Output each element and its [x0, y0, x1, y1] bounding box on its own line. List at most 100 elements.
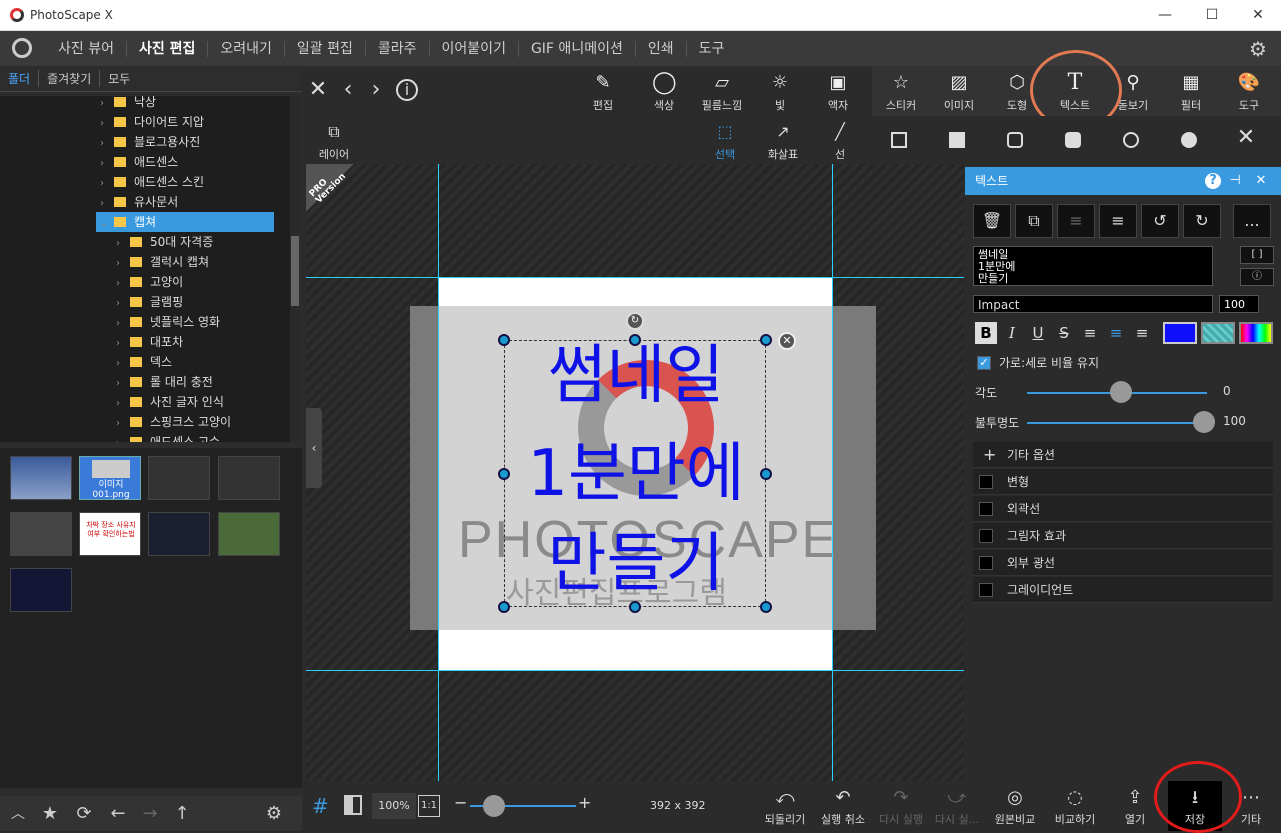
- option-outer-glow[interactable]: 외부 광선: [973, 550, 1273, 576]
- resize-handle[interactable]: [629, 601, 641, 613]
- strikethrough-icon[interactable]: S: [1053, 322, 1075, 344]
- forward-arrow-icon[interactable]: →: [138, 803, 162, 825]
- text-color-swatch[interactable]: [1163, 322, 1197, 344]
- tab-folders[interactable]: 폴더: [0, 70, 40, 87]
- tool-edit[interactable]: ✎ 편집: [574, 66, 632, 116]
- resize-handle[interactable]: [498, 468, 510, 480]
- gradient-swatch[interactable]: [1239, 322, 1273, 344]
- chevron-right-icon[interactable]: ›: [100, 194, 114, 214]
- panel-settings-gear-icon[interactable]: ⚙: [262, 803, 286, 825]
- tree-item[interactable]: › 유사문서: [0, 192, 290, 212]
- tool-filter[interactable]: ▦ 필터: [1162, 66, 1220, 116]
- bold-icon[interactable]: B: [975, 322, 997, 344]
- background-swatch[interactable]: [1201, 322, 1235, 344]
- resize-handle[interactable]: [760, 334, 772, 346]
- chevron-right-icon[interactable]: ›: [100, 114, 114, 134]
- menu-collage[interactable]: 콜라주: [366, 40, 430, 57]
- resize-handle[interactable]: [760, 468, 772, 480]
- chevron-right-icon[interactable]: ›: [116, 414, 130, 434]
- close-window-button[interactable]: ✕: [1243, 4, 1273, 26]
- menu-print[interactable]: 인쇄: [636, 40, 687, 57]
- menu-photo-edit[interactable]: 사진 편집: [127, 40, 209, 57]
- thumbnail[interactable]: [218, 456, 280, 500]
- tree-item[interactable]: › 고양이: [0, 272, 290, 292]
- keep-ratio-checkbox[interactable]: ✓: [977, 356, 991, 370]
- resize-handle[interactable]: [498, 601, 510, 613]
- checkbox[interactable]: [979, 502, 993, 516]
- bracket-button[interactable]: [ ]: [1240, 246, 1274, 264]
- menu-batch-edit[interactable]: 일괄 편집: [285, 40, 366, 57]
- checkbox[interactable]: [979, 475, 993, 489]
- chevron-right-icon[interactable]: ›: [116, 334, 130, 354]
- canvas-text-line-3[interactable]: 만들기: [510, 524, 762, 604]
- chevron-right-icon[interactable]: ›: [116, 354, 130, 374]
- rounded-rect-filled-icon[interactable]: [1065, 132, 1081, 148]
- angle-value[interactable]: 0: [1223, 384, 1231, 398]
- help-icon[interactable]: ?: [1205, 173, 1221, 189]
- thumbnail[interactable]: [10, 568, 72, 612]
- line-button[interactable]: ╱ 선: [814, 116, 866, 164]
- tool-color[interactable]: ◯ 색상: [635, 66, 693, 116]
- resize-handle[interactable]: [629, 334, 641, 346]
- bring-forward-button[interactable]: ≡: [1057, 204, 1095, 238]
- zoom-level[interactable]: 100%: [372, 793, 416, 819]
- editor-canvas[interactable]: PRO Version PHOTOSCAPE 사진편집프로그램 썸네일 1분만에…: [306, 164, 964, 781]
- revert-button[interactable]: ⤺ 되돌리기: [758, 781, 812, 831]
- star-icon[interactable]: ★: [38, 803, 62, 825]
- chevron-down-icon[interactable]: ⌄: [100, 214, 114, 234]
- split-view-icon[interactable]: [344, 795, 362, 815]
- font-size-input[interactable]: 100: [1219, 295, 1259, 313]
- tool-tools[interactable]: 🎨 도구: [1220, 66, 1278, 116]
- tree-item[interactable]: › 50대 자격증: [0, 232, 290, 252]
- thumbnail[interactable]: 차박 장소 사유지 여부 확인하는법: [79, 512, 141, 556]
- open-button[interactable]: ⇪ 열기: [1108, 781, 1162, 831]
- tool-film[interactable]: ▱ 필름느낌: [693, 66, 751, 116]
- close-icon[interactable]: ✕: [306, 78, 330, 102]
- menu-gif-animation[interactable]: GIF 애니메이션: [519, 40, 636, 57]
- maximize-button[interactable]: ☐: [1197, 4, 1227, 26]
- tree-item[interactable]: › 넷플릭스 영화: [0, 312, 290, 332]
- opacity-value[interactable]: 100: [1223, 414, 1246, 428]
- tree-item[interactable]: › 사진 글자 인식: [0, 392, 290, 412]
- more-options-row[interactable]: + 기타 옵션: [973, 442, 1273, 468]
- thumbnail[interactable]: [148, 512, 210, 556]
- chevron-right-icon[interactable]: ›: [116, 274, 130, 294]
- chevron-right-icon[interactable]: ›: [116, 254, 130, 274]
- search-icon[interactable]: [12, 38, 32, 58]
- menu-tools[interactable]: 도구: [687, 41, 737, 57]
- more-options-button[interactable]: ...: [1233, 204, 1271, 238]
- close-subbar-icon[interactable]: ✕: [1234, 126, 1258, 150]
- align-right-icon[interactable]: ≡: [1131, 322, 1153, 344]
- tree-item[interactable]: › 애드센스 고수: [0, 432, 290, 442]
- checkbox[interactable]: [979, 583, 993, 597]
- tree-item[interactable]: › 다이어트 지압: [0, 112, 290, 132]
- layer-button[interactable]: ⧉ 레이어: [308, 116, 360, 164]
- undo-button[interactable]: ↶ 실행 취소: [816, 781, 870, 831]
- collapse-left-panel-icon[interactable]: ‹: [306, 408, 322, 488]
- send-backward-button[interactable]: ≡: [1099, 204, 1137, 238]
- italic-icon[interactable]: I: [1001, 322, 1023, 344]
- option-shadow[interactable]: 그림자 효과: [973, 523, 1273, 549]
- arrow-button[interactable]: ↗ 화살표: [757, 116, 809, 164]
- chevron-right-icon[interactable]: ›: [116, 234, 130, 254]
- tree-item[interactable]: › 롤 대리 충전: [0, 372, 290, 392]
- tool-image[interactable]: ▨ 이미지: [930, 66, 988, 116]
- redo-all-button[interactable]: ⤻ 다시 실...: [930, 781, 984, 831]
- tree-item[interactable]: › 애드센스 스킨: [0, 172, 290, 192]
- rotate-right-button[interactable]: ↻: [1183, 204, 1221, 238]
- redo-button[interactable]: ↷ 다시 실행: [874, 781, 928, 831]
- rect-outline-icon[interactable]: [891, 132, 907, 148]
- thumbnail[interactable]: [218, 512, 280, 556]
- rect-filled-icon[interactable]: [949, 132, 965, 148]
- zoom-slider-knob[interactable]: [483, 795, 505, 817]
- tree-item[interactable]: ⌄ 캡쳐: [96, 212, 274, 232]
- rotate-left-button[interactable]: ↺: [1141, 204, 1179, 238]
- prev-icon[interactable]: ‹: [336, 78, 360, 102]
- option-transform[interactable]: 변형: [973, 469, 1273, 495]
- tree-item[interactable]: › 스핑크스 고양이: [0, 412, 290, 432]
- circle-outline-icon[interactable]: [1123, 132, 1139, 148]
- tree-item[interactable]: › 낙상: [0, 96, 290, 112]
- menu-cut-out[interactable]: 오려내기: [208, 40, 285, 57]
- pin-icon[interactable]: ⊣: [1227, 173, 1243, 189]
- chevron-right-icon[interactable]: ›: [116, 314, 130, 334]
